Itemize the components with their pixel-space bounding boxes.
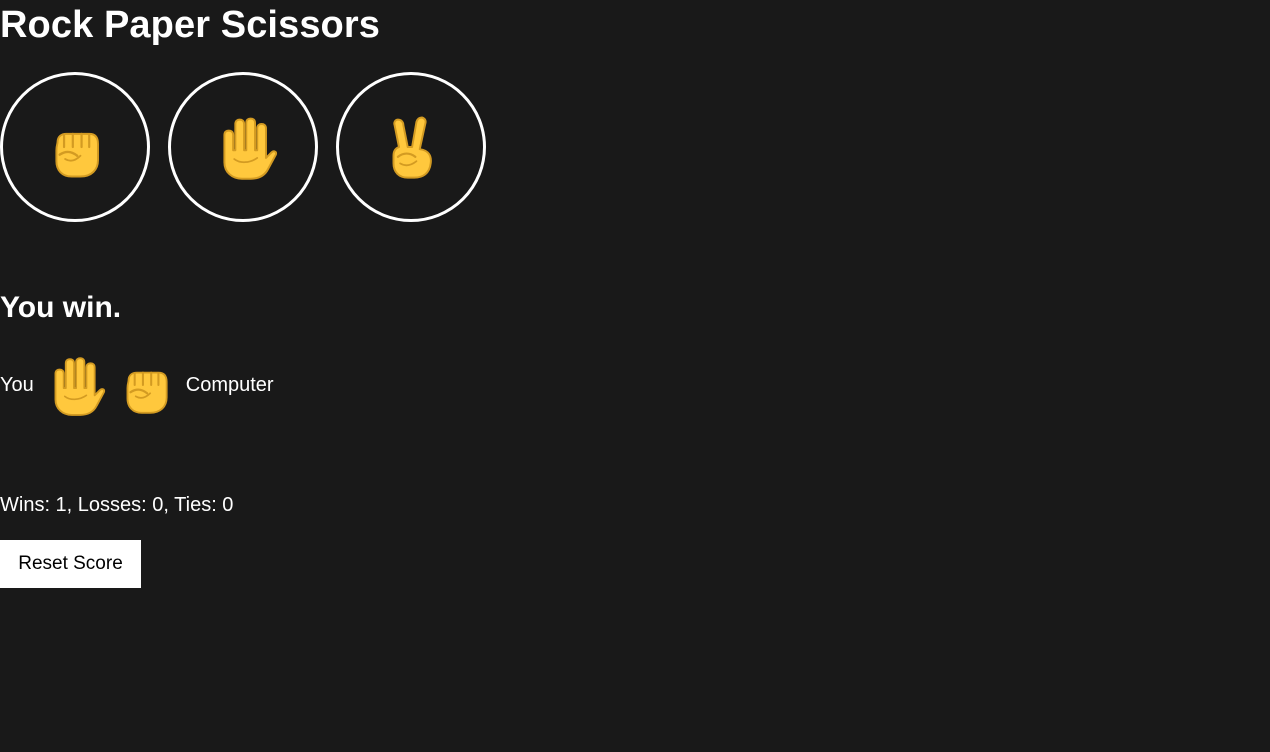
score-summary: Wins: 1, Losses: 0, Ties: 0 bbox=[0, 494, 234, 516]
rock-fist-icon bbox=[126, 371, 168, 414]
reset-score-button[interactable]: Reset Score bbox=[0, 540, 141, 588]
player-label: You bbox=[0, 373, 34, 396]
rock-button[interactable] bbox=[0, 72, 150, 222]
result-message: You win. bbox=[0, 291, 122, 324]
rock-fist-icon bbox=[55, 132, 99, 178]
paper-hand-icon bbox=[223, 117, 278, 180]
scissors-button[interactable] bbox=[336, 72, 486, 222]
rock-paper-scissors-app: Rock Paper Scissors You win. You Compute… bbox=[0, 0, 1270, 752]
computer-label: Computer bbox=[185, 373, 274, 396]
paper-hand-icon bbox=[54, 357, 105, 416]
paper-button[interactable] bbox=[168, 72, 318, 222]
scissors-hand-icon bbox=[392, 116, 432, 179]
move-comparison: You Computer bbox=[0, 350, 274, 420]
page-title: Rock Paper Scissors bbox=[0, 4, 380, 46]
move-choices bbox=[0, 72, 486, 222]
